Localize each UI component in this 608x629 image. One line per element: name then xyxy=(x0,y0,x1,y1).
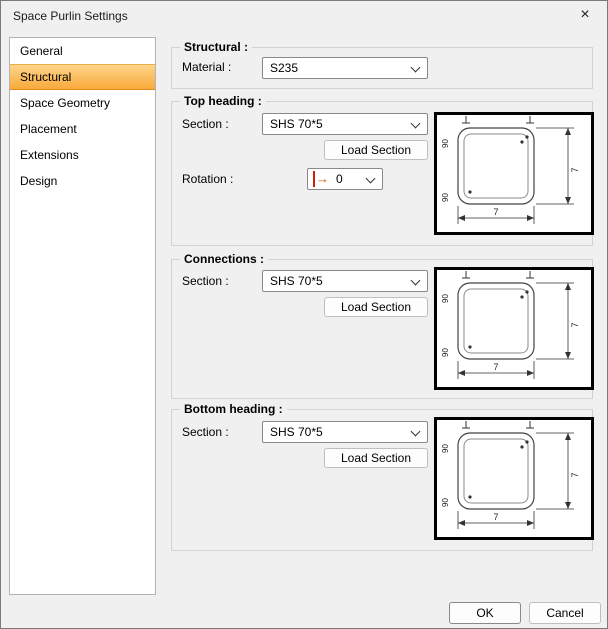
cancel-button[interactable]: Cancel xyxy=(529,602,601,624)
ok-button[interactable]: OK xyxy=(449,602,521,624)
material-dropdown-value: S235 xyxy=(270,59,298,78)
sidebar-item-placement[interactable]: Placement xyxy=(10,116,155,142)
top-section-dropdown-value: SHS 70*5 xyxy=(270,115,323,134)
top-section-preview: 90 90 7 7 xyxy=(434,112,594,235)
connections-load-section-button[interactable]: Load Section xyxy=(324,297,428,317)
close-icon[interactable]: × xyxy=(563,1,607,31)
connections-section-label: Section : xyxy=(182,274,229,288)
settings-category-list: General Structural Space Geometry Placem… xyxy=(9,37,156,595)
bottom-section-dropdown-value: SHS 70*5 xyxy=(270,423,323,442)
svg-text:90: 90 xyxy=(441,498,450,507)
svg-text:90: 90 xyxy=(441,444,450,453)
top-heading-group: Top heading : Section : SHS 70*5 Load Se… xyxy=(171,101,593,246)
bottom-heading-group-title: Bottom heading : xyxy=(180,402,287,416)
bottom-heading-group: Bottom heading : Section : SHS 70*5 Load… xyxy=(171,409,593,551)
svg-text:7: 7 xyxy=(493,362,498,372)
svg-text:90: 90 xyxy=(441,348,450,357)
section-preview-drawing: 90 90 7 7 xyxy=(434,112,594,235)
bottom-section-label: Section : xyxy=(182,425,229,439)
chevron-down-icon xyxy=(411,119,421,129)
rotation-dropdown-value: 0 xyxy=(336,170,343,189)
material-label: Material : xyxy=(182,60,231,74)
rotation-arrow-icon: → xyxy=(313,171,329,187)
connections-group-title: Connections : xyxy=(180,252,268,266)
connections-section-dropdown[interactable]: SHS 70*5 xyxy=(262,270,428,292)
svg-text:7: 7 xyxy=(570,472,580,477)
bottom-section-dropdown[interactable]: SHS 70*5 xyxy=(262,421,428,443)
top-section-label: Section : xyxy=(182,117,229,131)
sidebar-item-general[interactable]: General xyxy=(10,38,155,64)
top-heading-group-title: Top heading : xyxy=(180,94,266,108)
window-title: Space Purlin Settings xyxy=(13,1,128,31)
rotation-dropdown[interactable]: → 0 xyxy=(307,168,383,190)
section-preview-drawing: 90 90 7 7 xyxy=(434,417,594,540)
connections-section-dropdown-value: SHS 70*5 xyxy=(270,272,323,291)
top-load-section-button[interactable]: Load Section xyxy=(324,140,428,160)
connections-group: Connections : Section : SHS 70*5 Load Se… xyxy=(171,259,593,399)
titlebar: Space Purlin Settings × xyxy=(1,1,607,31)
svg-text:7: 7 xyxy=(493,512,498,522)
connections-section-preview: 90 90 7 7 xyxy=(434,267,594,390)
material-dropdown[interactable]: S235 xyxy=(262,57,428,79)
structural-group-title: Structural : xyxy=(180,40,252,54)
structural-group: Structural : Material : S235 xyxy=(171,47,593,89)
chevron-down-icon xyxy=(411,276,421,286)
rotation-label: Rotation : xyxy=(182,172,233,186)
svg-text:7: 7 xyxy=(570,322,580,327)
top-section-dropdown[interactable]: SHS 70*5 xyxy=(262,113,428,135)
chevron-down-icon xyxy=(411,63,421,73)
sidebar-item-extensions[interactable]: Extensions xyxy=(10,142,155,168)
svg-text:90: 90 xyxy=(441,139,450,148)
sidebar-item-design[interactable]: Design xyxy=(10,168,155,194)
svg-text:90: 90 xyxy=(441,294,450,303)
svg-text:7: 7 xyxy=(570,167,580,172)
bottom-section-preview: 90 90 7 7 xyxy=(434,417,594,540)
chevron-down-icon xyxy=(366,174,376,184)
svg-text:7: 7 xyxy=(493,207,498,217)
bottom-load-section-button[interactable]: Load Section xyxy=(324,448,428,468)
space-purlin-settings-dialog: Space Purlin Settings × General Structur… xyxy=(0,0,608,629)
chevron-down-icon xyxy=(411,427,421,437)
sidebar-item-space-geometry[interactable]: Space Geometry xyxy=(10,90,155,116)
section-preview-drawing: 90 90 7 7 xyxy=(434,267,594,390)
svg-text:90: 90 xyxy=(441,193,450,202)
sidebar-item-structural[interactable]: Structural xyxy=(10,64,155,90)
